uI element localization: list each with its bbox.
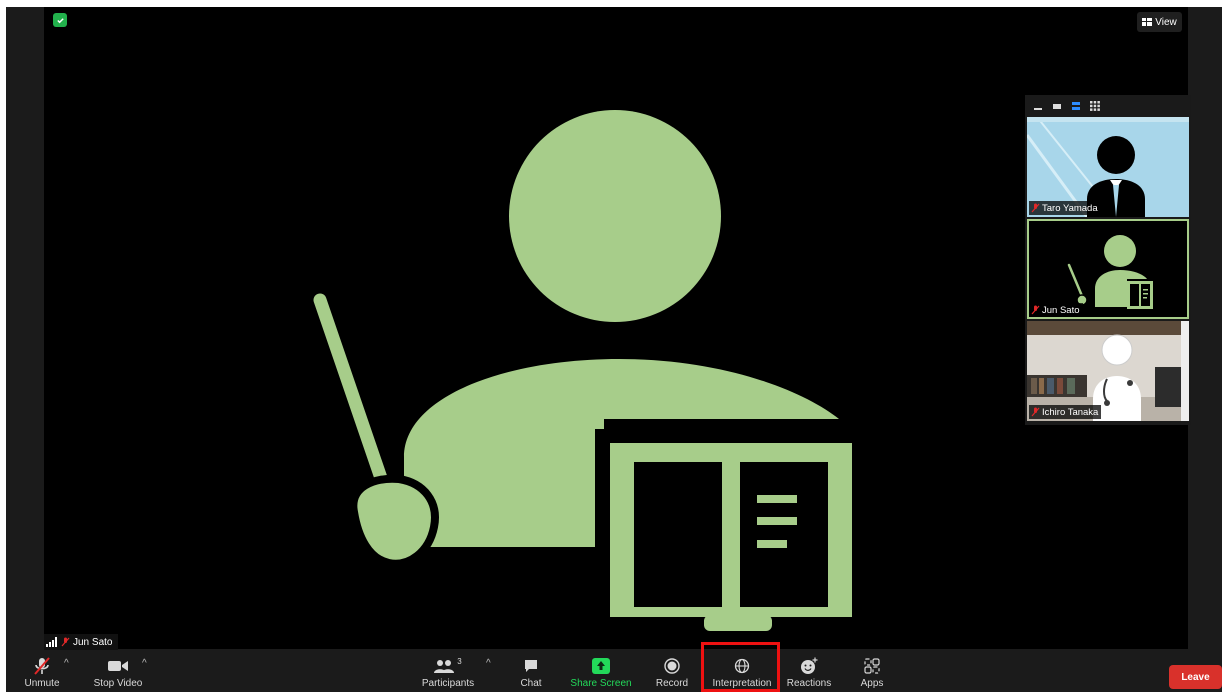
speaker-name: Jun Sato — [73, 636, 113, 648]
participants-label: Participants — [421, 678, 475, 689]
minimize-icon[interactable] — [1033, 101, 1043, 111]
view-button[interactable]: View — [1137, 12, 1182, 32]
tile-name-label: Jun Sato — [1029, 303, 1083, 317]
unmute-label: Unmute — [24, 678, 60, 689]
participants-options-caret-icon[interactable]: ^ — [486, 658, 491, 669]
tile-name-label: Taro Yamada — [1029, 201, 1101, 215]
muted-mic-icon — [1031, 203, 1040, 213]
gallery-panel: Taro Yamada Jun Sato Ichiro Tanaka — [1025, 95, 1191, 425]
tile-name-label: Ichiro Tanaka — [1029, 405, 1102, 419]
share-screen-icon — [592, 658, 610, 674]
muted-mic-icon — [61, 637, 70, 647]
stop-video-label: Stop Video — [93, 678, 143, 689]
main-video — [44, 7, 1188, 649]
view-button-label: View — [1155, 16, 1177, 28]
video-tile[interactable]: Taro Yamada — [1027, 117, 1189, 217]
participant-name: Jun Sato — [1042, 304, 1080, 316]
presenter-avatar — [313, 110, 865, 631]
apps-label: Apps — [860, 678, 884, 689]
share-screen-button[interactable]: Share Screen — [570, 650, 632, 692]
participants-button[interactable]: 3 Participants — [418, 650, 478, 692]
smiley-plus-icon — [801, 657, 818, 674]
participants-icon — [434, 660, 455, 673]
meeting-toolbar: Unmute ^ Stop Video ^ 3 Participants ^ C… — [6, 650, 1222, 692]
strip-view-icon[interactable] — [1071, 101, 1081, 111]
encryption-shield-icon[interactable] — [53, 13, 67, 27]
record-icon — [664, 658, 680, 674]
active-speaker-label: Jun Sato — [44, 634, 119, 650]
leave-button[interactable]: Leave — [1169, 665, 1222, 689]
record-label: Record — [655, 678, 689, 689]
chat-button[interactable]: Chat — [514, 650, 548, 692]
signal-strength-icon — [46, 637, 57, 647]
muted-mic-icon — [1031, 305, 1040, 315]
chat-label: Chat — [520, 678, 542, 689]
single-tile-icon[interactable] — [1052, 101, 1062, 111]
share-screen-label: Share Screen — [570, 678, 632, 689]
grid-view-icon — [1142, 18, 1153, 26]
reactions-button[interactable]: Reactions — [786, 650, 832, 692]
video-camera-icon — [108, 661, 128, 671]
video-tile[interactable]: Jun Sato — [1027, 219, 1189, 319]
interpretation-highlight-box — [701, 642, 780, 692]
participants-count: 3 — [457, 657, 462, 666]
video-tile[interactable]: Ichiro Tanaka — [1027, 321, 1189, 421]
muted-mic-icon — [1031, 407, 1040, 417]
apps-button[interactable]: Apps — [856, 650, 888, 692]
meeting-window: View Taro Yamada Jun Sato Ichiro Tanaka … — [6, 7, 1222, 692]
audio-options-caret-icon[interactable]: ^ — [64, 658, 69, 669]
muted-mic-icon — [34, 657, 50, 675]
apps-icon — [864, 658, 880, 674]
chat-bubble-icon — [525, 660, 537, 672]
participant-name: Ichiro Tanaka — [1042, 406, 1099, 418]
video-options-caret-icon[interactable]: ^ — [142, 658, 147, 669]
grid-view-icon[interactable] — [1090, 101, 1100, 111]
record-button[interactable]: Record — [652, 650, 692, 692]
gallery-view-controls — [1025, 95, 1191, 117]
stop-video-button[interactable]: Stop Video — [88, 650, 148, 692]
unmute-button[interactable]: Unmute — [22, 650, 62, 692]
participant-name: Taro Yamada — [1042, 202, 1098, 214]
reactions-label: Reactions — [786, 678, 832, 689]
